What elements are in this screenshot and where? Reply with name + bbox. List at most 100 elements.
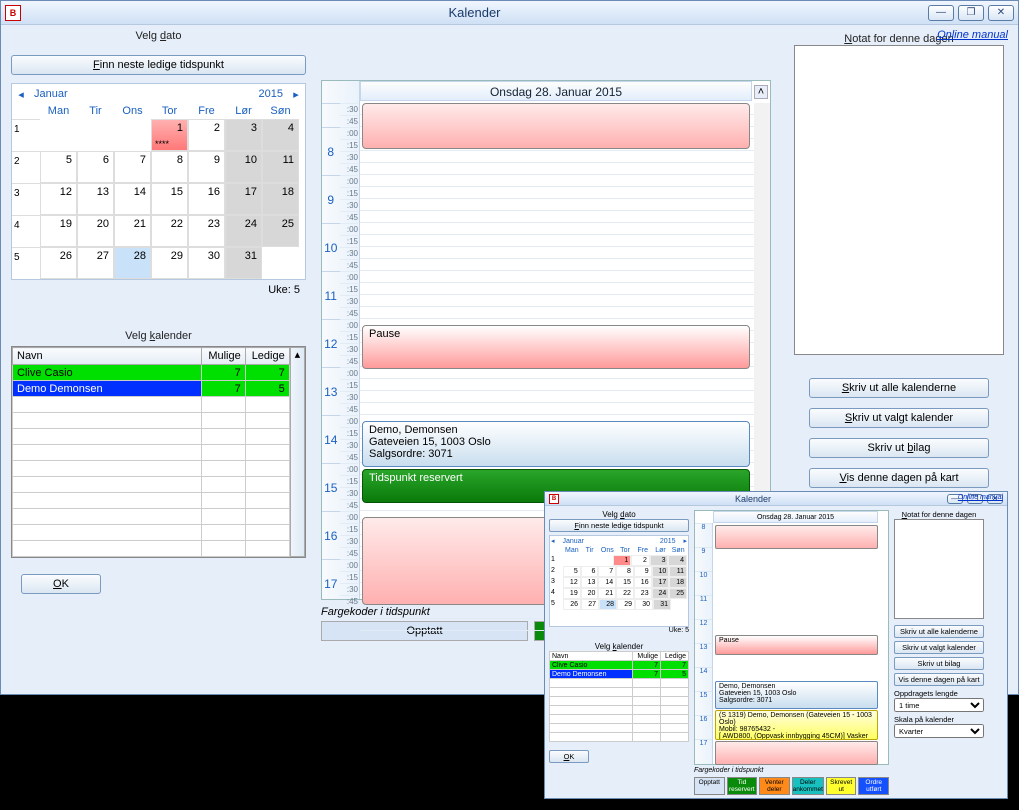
finn-neste-button[interactable]: Finn neste ledige tidspunkt bbox=[11, 55, 306, 75]
dow-Tir: Tir bbox=[77, 105, 114, 117]
cal-day-7[interactable]: 7 bbox=[114, 151, 151, 183]
right-button-1[interactable]: Skriv ut valgt kalender bbox=[809, 408, 989, 428]
right-button-0[interactable]: Skriv ut alle kalenderne bbox=[809, 378, 989, 398]
preview-legend-1: Tid reservert bbox=[727, 777, 758, 795]
cal-day-4[interactable]: 4 bbox=[262, 119, 299, 151]
cal-day-5[interactable]: 5 bbox=[40, 151, 77, 183]
cal-day-23[interactable]: 23 bbox=[188, 215, 225, 247]
cal-day-8[interactable]: 8 bbox=[151, 151, 188, 183]
month-calendar[interactable]: ◂ Januar 2015 ▸ ManTirOnsTorFreLørSøn 11… bbox=[11, 83, 306, 280]
preview-appt[interactable]: Demo, DemonsenGateveien 15, 1003 OsloSal… bbox=[715, 681, 878, 709]
cal-day-25[interactable]: 25 bbox=[262, 215, 299, 247]
col-ledige[interactable]: Ledige bbox=[245, 348, 289, 365]
ok-button[interactable]: OK bbox=[21, 574, 101, 594]
preview-right-button-3[interactable]: Vis denne dagen på kart bbox=[894, 673, 984, 686]
right-button-3[interactable]: Vis denne dagen på kart bbox=[809, 468, 989, 488]
preview-finn-neste[interactable]: Finn neste ledige tidspunkt bbox=[549, 519, 689, 532]
col-mulige[interactable]: Mulige bbox=[201, 348, 245, 365]
cal-day-29[interactable]: 29 bbox=[151, 247, 188, 279]
right-button-2[interactable]: Skriv ut bilag bbox=[809, 438, 989, 458]
cal-day-9[interactable]: 9 bbox=[188, 151, 225, 183]
cal-day-3[interactable]: 3 bbox=[225, 119, 262, 151]
preview-skala-select[interactable]: Kvarter bbox=[894, 724, 984, 738]
kalender-table[interactable]: Navn Mulige Ledige Clive Casio77Demo Dem… bbox=[12, 347, 290, 557]
prev-month-button[interactable]: ◂ bbox=[12, 84, 30, 105]
cal-day-15[interactable]: 15 bbox=[151, 183, 188, 215]
preview-window: B Kalender — ❐ ✕ Online manual Velg dato… bbox=[544, 491, 1008, 799]
online-manual-link[interactable]: Online manual bbox=[937, 29, 1008, 41]
kal-row[interactable]: Demo Demonsen75 bbox=[13, 381, 290, 397]
cal-day-14[interactable]: 14 bbox=[114, 183, 151, 215]
kal-row-empty[interactable] bbox=[13, 413, 290, 429]
cal-day-13[interactable]: 13 bbox=[77, 183, 114, 215]
appointment-busy[interactable] bbox=[362, 103, 750, 149]
kal-row-empty[interactable] bbox=[13, 429, 290, 445]
preview-right-button-0[interactable]: Skriv ut alle kalenderne bbox=[894, 625, 984, 638]
cal-day-20[interactable]: 20 bbox=[77, 215, 114, 247]
preview-busy-1[interactable] bbox=[715, 525, 878, 549]
kal-row-empty[interactable] bbox=[13, 541, 290, 557]
kal-row-empty[interactable] bbox=[13, 477, 290, 493]
appointment-appt[interactable]: Demo, DemonsenGateveien 15, 1003 OsloSal… bbox=[362, 421, 750, 467]
cal-day-18[interactable]: 18 bbox=[262, 183, 299, 215]
cal-day-30[interactable]: 30 bbox=[188, 247, 225, 279]
notat-textarea[interactable] bbox=[794, 45, 1004, 355]
preview-ok[interactable]: OK bbox=[549, 750, 589, 763]
dow-Søn: Søn bbox=[262, 105, 299, 117]
month-label: Januar bbox=[34, 88, 68, 105]
cal-day-31[interactable]: 31 bbox=[225, 247, 262, 279]
preview-day-schedule[interactable]: Onsdag 28. Januar 2015 89101112131415161… bbox=[694, 510, 889, 765]
close-button[interactable]: ✕ bbox=[988, 5, 1014, 21]
cal-day-22[interactable]: 22 bbox=[151, 215, 188, 247]
preview-legend-title: Fargekoder i tidspunkt bbox=[694, 767, 889, 774]
preview-notat[interactable] bbox=[894, 519, 984, 619]
cal-day-27[interactable]: 27 bbox=[77, 247, 114, 279]
kal-row-empty[interactable] bbox=[13, 493, 290, 509]
time-gutter: :30:458:00:15:30:459:00:15:30:4510:00:15… bbox=[322, 81, 360, 599]
cal-day-1[interactable]: 1**** bbox=[151, 119, 188, 151]
preview-right-button-1[interactable]: Skriv ut valgt kalender bbox=[894, 641, 984, 654]
kal-row-empty[interactable] bbox=[13, 445, 290, 461]
cal-day-2[interactable]: 2 bbox=[188, 119, 225, 151]
preview-right-button-2[interactable]: Skriv ut bilag bbox=[894, 657, 984, 670]
day-scroll-up[interactable]: ˄ bbox=[754, 85, 768, 99]
preview-notat-label: Notat for denne dagen bbox=[894, 510, 984, 519]
cal-day-21[interactable]: 21 bbox=[114, 215, 151, 247]
kalender-scrollbar[interactable]: ▴ bbox=[290, 347, 305, 557]
cal-day-12[interactable]: 12 bbox=[40, 183, 77, 215]
preview-title: Kalender bbox=[559, 494, 947, 504]
kal-row[interactable]: Clive Casio77 bbox=[13, 365, 290, 381]
preview-busy-2[interactable] bbox=[715, 741, 878, 765]
cal-day-11[interactable]: 11 bbox=[262, 151, 299, 183]
maximize-button[interactable]: ❐ bbox=[958, 5, 984, 21]
dow-Lør: Lør bbox=[225, 105, 262, 117]
cal-day-19[interactable]: 19 bbox=[40, 215, 77, 247]
titlebar: B Kalender — ❐ ✕ bbox=[1, 1, 1018, 25]
preview-pause[interactable]: Pause bbox=[715, 635, 878, 655]
window-title: Kalender bbox=[21, 5, 928, 20]
preview-legend-4: Skrevet ut bbox=[826, 777, 857, 795]
next-month-button[interactable]: ▸ bbox=[287, 84, 305, 105]
cal-day-6[interactable]: 6 bbox=[77, 151, 114, 183]
dow-Man: Man bbox=[40, 105, 77, 117]
cal-day-28[interactable]: 28 bbox=[114, 247, 151, 279]
cal-day-26[interactable]: 26 bbox=[40, 247, 77, 279]
kal-row-empty[interactable] bbox=[13, 397, 290, 413]
cal-day-17[interactable]: 17 bbox=[225, 183, 262, 215]
preview-kal-table[interactable]: NavnMuligeLedige Clive Casio77 Demo Demo… bbox=[549, 651, 689, 742]
year-label: 2015 bbox=[259, 88, 283, 105]
kal-row-empty[interactable] bbox=[13, 525, 290, 541]
cal-day-10[interactable]: 10 bbox=[225, 151, 262, 183]
preview-month-cal[interactable]: ◂Januar2015▸ ManTirOnsTorFreLørSøn 11234… bbox=[549, 535, 689, 627]
kal-row-empty[interactable] bbox=[13, 509, 290, 525]
minimize-button[interactable]: — bbox=[928, 5, 954, 21]
cal-day-16[interactable]: 16 bbox=[188, 183, 225, 215]
dow-Fre: Fre bbox=[188, 105, 225, 117]
preview-job[interactable]: (S 1319) Demo, Demonsen (Gateveien 15 - … bbox=[715, 710, 878, 740]
col-navn[interactable]: Navn bbox=[13, 348, 202, 365]
cal-day-24[interactable]: 24 bbox=[225, 215, 262, 247]
kal-row-empty[interactable] bbox=[13, 461, 290, 477]
preview-oppdrag-select[interactable]: 1 time bbox=[894, 698, 984, 712]
appointment-pause[interactable]: Pause bbox=[362, 325, 750, 369]
preview-online-manual[interactable]: Online manual bbox=[958, 494, 1003, 501]
